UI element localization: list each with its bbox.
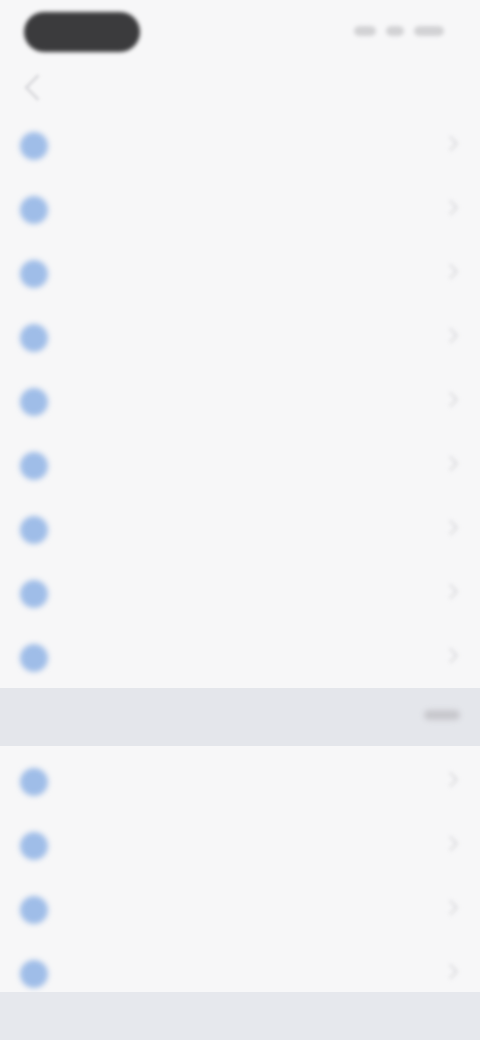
battery-icon [414,26,444,36]
circle-icon [20,644,48,672]
chevron-right-icon [442,199,459,216]
signal-icon [354,26,376,36]
list-item[interactable] [0,176,480,240]
status-indicators [354,22,444,40]
settings-list-secondary [0,748,480,1004]
circle-icon [20,260,48,288]
chevron-right-icon [442,963,459,980]
list-item[interactable] [0,304,480,368]
list-item[interactable] [0,748,480,812]
list-item[interactable] [0,432,480,496]
chevron-right-icon [442,583,459,600]
status-bar [0,0,480,62]
settings-list [0,112,480,688]
chevron-right-icon [442,899,459,916]
list-item[interactable] [0,368,480,432]
circle-icon [20,516,48,544]
navigation-bar [0,62,480,114]
list-item[interactable] [0,560,480,624]
list-item[interactable] [0,240,480,304]
circle-icon [20,132,48,160]
wifi-icon [386,26,404,36]
section-header [0,688,480,746]
circle-icon [20,452,48,480]
chevron-right-icon [442,519,459,536]
circle-icon [20,896,48,924]
list-item[interactable] [0,496,480,560]
circle-icon [20,832,48,860]
circle-icon [20,324,48,352]
circle-icon [20,960,48,988]
list-item[interactable] [0,876,480,940]
back-chevron-icon[interactable] [24,74,51,101]
list-item[interactable] [0,812,480,876]
circle-icon [20,196,48,224]
chevron-right-icon [442,135,459,152]
chevron-right-icon [442,647,459,664]
bottom-bar [0,992,480,1040]
chevron-right-icon [442,771,459,788]
chevron-right-icon [442,835,459,852]
chevron-right-icon [442,327,459,344]
chevron-right-icon [442,455,459,472]
circle-icon [20,768,48,796]
chevron-right-icon [442,391,459,408]
list-item[interactable] [0,112,480,176]
circle-icon [20,580,48,608]
section-header-value [424,710,460,720]
circle-icon [20,388,48,416]
chevron-right-icon [442,263,459,280]
list-item[interactable] [0,624,480,688]
time-pill [24,12,140,52]
